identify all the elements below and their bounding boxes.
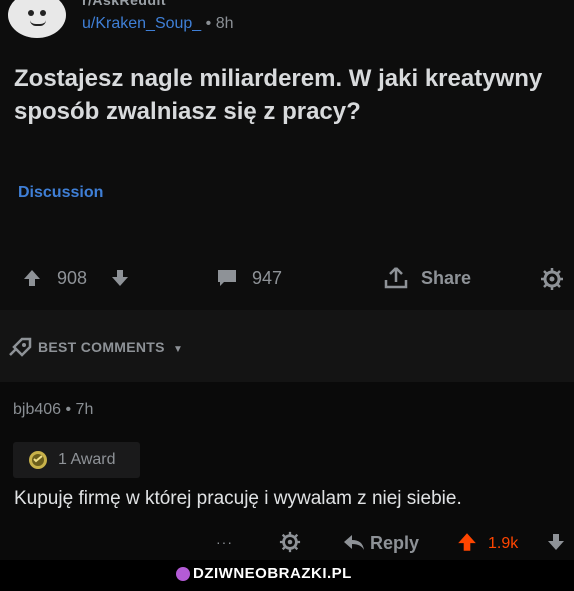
subreddit-name[interactable]: r/AskReddit <box>82 0 166 8</box>
award-trophy-icon <box>27 449 49 471</box>
comment-body: Kupuję firmę w której pracuję i wywalam … <box>14 488 462 509</box>
comment-author[interactable]: bjb406 <box>13 401 61 418</box>
rocket-icon <box>8 337 32 357</box>
watermark-logo-icon <box>176 567 190 581</box>
avatar-eye-right <box>40 10 46 16</box>
sort-label: BEST COMMENTS <box>38 339 165 355</box>
chevron-down-icon: ▼ <box>173 344 184 355</box>
comment-downvote-arrow-icon[interactable] <box>546 532 566 552</box>
post-card <box>0 0 574 310</box>
downvote-arrow-icon[interactable] <box>110 268 130 288</box>
more-options-button[interactable]: ··· <box>216 534 233 550</box>
comment-vote-count: 1.9k <box>488 535 519 552</box>
avatar-eye-left <box>28 10 34 16</box>
post-meta: u/Kraken_Soup_ • 8h <box>82 15 234 33</box>
post-title[interactable]: Zostajesz nagle miliarderem. W jaki krea… <box>14 62 554 128</box>
sort-dropdown[interactable]: BEST COMMENTS ▼ <box>38 339 183 355</box>
watermark-text: DZIWNEOBRAZKI.PL <box>193 565 352 582</box>
upvote-arrow-icon[interactable] <box>22 268 42 288</box>
comment-award-gear-icon[interactable] <box>279 531 301 553</box>
upvoted-arrow-icon[interactable] <box>456 531 478 553</box>
reply-button[interactable]: Reply <box>370 533 419 554</box>
meta-separator: • <box>65 401 76 418</box>
comment-time: 7h <box>75 401 94 418</box>
share-icon[interactable] <box>382 266 410 290</box>
share-button[interactable]: Share <box>421 268 471 289</box>
award-label: 1 Award <box>58 451 116 468</box>
post-flair[interactable]: Discussion <box>18 184 103 202</box>
post-time: 8h <box>215 15 234 32</box>
comment-bubble-icon[interactable] <box>216 268 238 288</box>
post-comment-count: 947 <box>252 268 283 288</box>
reply-arrow-icon[interactable] <box>342 532 366 552</box>
post-author[interactable]: u/Kraken_Soup_ <box>82 15 201 32</box>
award-gear-icon[interactable] <box>540 267 564 291</box>
post-vote-count: 908 <box>57 268 88 288</box>
comment-meta: bjb406 • 7h <box>13 401 93 419</box>
meta-separator: • <box>205 15 216 32</box>
avatar-mouth <box>30 20 46 26</box>
